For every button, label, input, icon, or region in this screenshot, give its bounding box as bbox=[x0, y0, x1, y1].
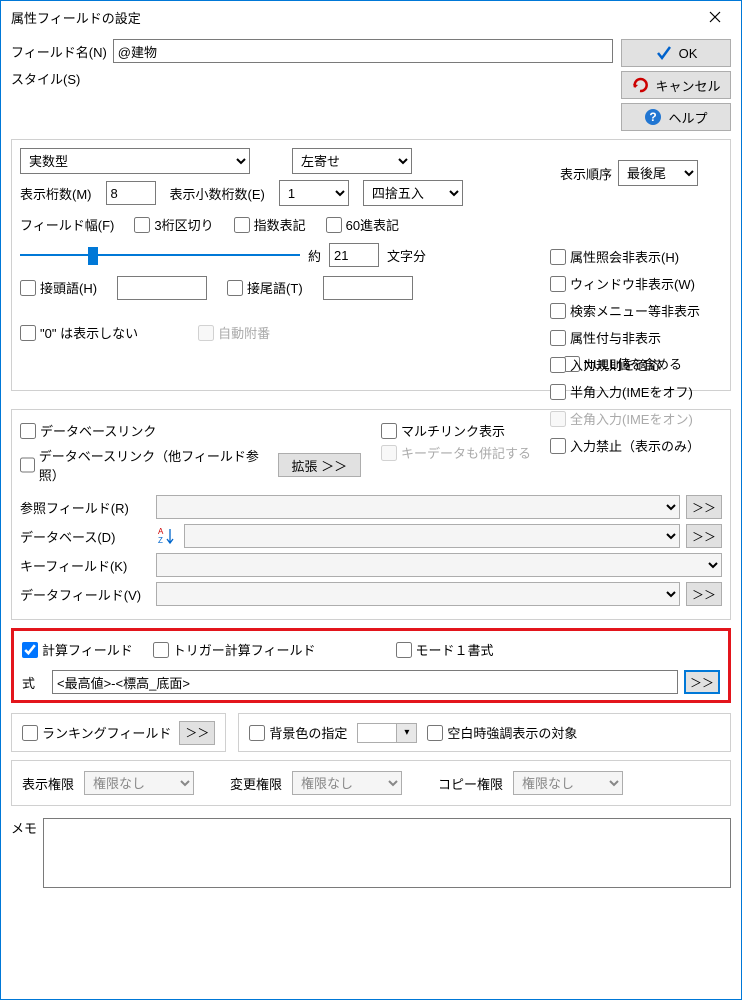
field-width-label: フィールド幅(F) bbox=[20, 215, 114, 234]
database-more-button[interactable]: ＞＞ bbox=[686, 524, 722, 548]
ref-field-select[interactable] bbox=[156, 495, 680, 519]
chars-suffix-label: 文字分 bbox=[387, 246, 426, 265]
hide-window-checkbox[interactable]: ウィンドウ非表示(W) bbox=[550, 274, 700, 293]
help-icon: ? bbox=[644, 108, 662, 126]
suffix-checkbox[interactable]: 接尾語(T) bbox=[227, 278, 303, 297]
width-slider[interactable] bbox=[20, 245, 300, 265]
hide-search-menu-checkbox[interactable]: 検索メニュー等非表示 bbox=[550, 301, 700, 320]
bgcolor-checkbox[interactable]: 背景色の指定 bbox=[249, 723, 347, 742]
ref-field-more-button[interactable]: ＞＞ bbox=[686, 495, 722, 519]
type-select[interactable]: 実数型 bbox=[20, 148, 250, 174]
display-perm-label: 表示権限 bbox=[22, 774, 74, 793]
apply-input-rule-checkbox[interactable]: 入力規則を適応 bbox=[550, 355, 700, 374]
memo-textarea[interactable] bbox=[43, 818, 731, 888]
help-button[interactable]: ? ヘルプ bbox=[621, 103, 731, 131]
svg-text:?: ? bbox=[650, 110, 657, 124]
data-field-more-button[interactable]: ＞＞ bbox=[686, 582, 722, 606]
data-field-label: データフィールド(V) bbox=[20, 585, 150, 604]
calc-section-highlight: 計算フィールド トリガー計算フィールド モード１書式 式 ＞＞ bbox=[11, 628, 731, 703]
bgcolor-swatch[interactable] bbox=[357, 723, 397, 743]
rounding-select[interactable]: 四捨五入 bbox=[363, 180, 463, 206]
field-name-input[interactable] bbox=[113, 39, 613, 63]
display-order-select[interactable]: 最後尾 bbox=[618, 160, 698, 186]
ok-button[interactable]: OK bbox=[621, 39, 731, 67]
display-digits-label: 表示桁数(M) bbox=[20, 184, 92, 203]
window-title: 属性フィールドの設定 bbox=[11, 8, 141, 27]
display-digits-input[interactable] bbox=[106, 181, 156, 205]
style-label: スタイル(S) bbox=[11, 69, 80, 88]
chars-input[interactable] bbox=[329, 243, 379, 267]
prefix-checkbox[interactable]: 接頭語(H) bbox=[20, 278, 97, 297]
calc-field-checkbox[interactable]: 計算フィールド bbox=[22, 640, 133, 659]
decimal-digits-select[interactable]: 1 bbox=[279, 180, 349, 206]
db-link-other-checkbox[interactable]: データベースリンク（他フィールド参照） bbox=[20, 446, 266, 484]
copy-perm-label: コピー権限 bbox=[438, 774, 503, 793]
svg-text:Z: Z bbox=[158, 536, 163, 545]
ranking-more-button[interactable]: ＞＞ bbox=[179, 721, 215, 745]
close-icon bbox=[709, 11, 721, 23]
change-perm-label: 変更権限 bbox=[230, 774, 282, 793]
formula-label: 式 bbox=[22, 673, 46, 692]
close-button[interactable] bbox=[693, 3, 737, 31]
expand-ext-button[interactable]: 拡張 ＞＞ bbox=[278, 453, 361, 477]
key-field-select[interactable] bbox=[156, 553, 722, 577]
sep3-checkbox[interactable]: 3桁区切り bbox=[134, 215, 213, 234]
display-perm-select[interactable]: 権限なし bbox=[84, 771, 194, 795]
input-disabled-checkbox[interactable]: 入力禁止（表示のみ） bbox=[550, 436, 700, 455]
hide-zero-checkbox[interactable]: "0" は表示しない bbox=[20, 323, 138, 342]
change-perm-select[interactable]: 権限なし bbox=[292, 771, 402, 795]
memo-label: メモ bbox=[11, 818, 37, 837]
database-select[interactable] bbox=[184, 524, 680, 548]
sort-az-icon[interactable]: AZ bbox=[156, 525, 178, 547]
align-select[interactable]: 左寄せ bbox=[292, 148, 412, 174]
decimal-digits-label: 表示小数桁数(E) bbox=[170, 184, 265, 203]
data-field-select[interactable] bbox=[156, 582, 680, 606]
titlebar: 属性フィールドの設定 bbox=[1, 1, 741, 33]
full-width-checkbox: 全角入力(IMEをオン) bbox=[550, 409, 700, 428]
svg-text:A: A bbox=[158, 527, 164, 536]
formula-more-button[interactable]: ＞＞ bbox=[684, 670, 720, 694]
key-field-label: キーフィールド(K) bbox=[20, 556, 150, 575]
ref-field-label: 参照フィールド(R) bbox=[20, 498, 150, 517]
suffix-input[interactable] bbox=[323, 276, 413, 300]
check-icon bbox=[655, 44, 673, 62]
hide-attr-assign-checkbox[interactable]: 属性付与非表示 bbox=[550, 328, 700, 347]
copy-perm-select[interactable]: 権限なし bbox=[513, 771, 623, 795]
database-label: データベース(D) bbox=[20, 527, 150, 546]
trigger-calc-checkbox[interactable]: トリガー計算フィールド bbox=[153, 640, 316, 659]
field-name-label: フィールド名(N) bbox=[11, 42, 107, 61]
prefix-input[interactable] bbox=[117, 276, 207, 300]
bgcolor-dropdown[interactable]: ▾ bbox=[397, 723, 417, 743]
approx-label: 約 bbox=[308, 246, 321, 265]
mode1-checkbox[interactable]: モード１書式 bbox=[396, 640, 494, 659]
hide-attr-query-checkbox[interactable]: 属性照会非表示(H) bbox=[550, 247, 700, 266]
undo-icon bbox=[631, 76, 649, 94]
half-width-checkbox[interactable]: 半角入力(IMEをオフ) bbox=[550, 382, 700, 401]
auto-number-checkbox: 自動附番 bbox=[198, 323, 270, 342]
base60-checkbox[interactable]: 60進表記 bbox=[326, 215, 399, 234]
blank-emphasis-checkbox[interactable]: 空白時強調表示の対象 bbox=[427, 723, 577, 742]
cancel-button[interactable]: キャンセル bbox=[621, 71, 731, 99]
exp-checkbox[interactable]: 指数表記 bbox=[234, 215, 306, 234]
formula-input[interactable] bbox=[52, 670, 678, 694]
ranking-checkbox[interactable]: ランキングフィールド bbox=[22, 723, 171, 742]
display-order-label: 表示順序 bbox=[560, 164, 612, 183]
db-link-checkbox[interactable]: データベースリンク bbox=[20, 421, 361, 440]
